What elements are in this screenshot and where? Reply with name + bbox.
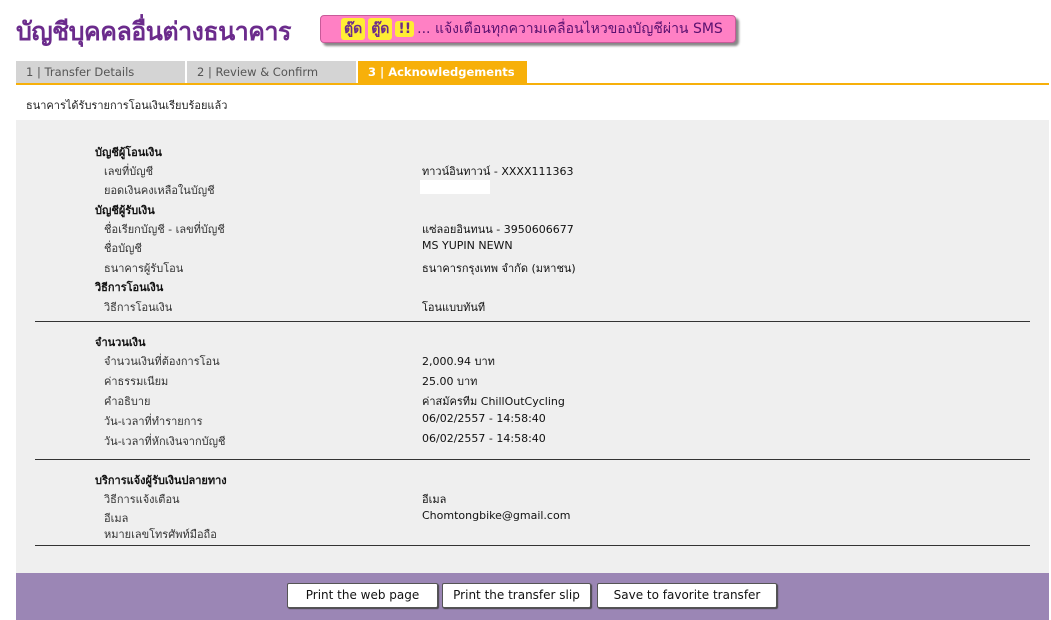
- to-nickname-label: ชื่อเรียกบัญชี - เลขที่บัญชี: [104, 223, 225, 236]
- status-message: ธนาคารได้รับรายการโอนเงินเรียบร้อยแล้ว: [26, 99, 228, 112]
- tab-transfer-details: 1 | Transfer Details: [16, 61, 186, 83]
- sms-banner-text: ... แจ้งเตือนทุกความเคลื่อนไหวของบัญชีผ่…: [417, 21, 723, 37]
- amount-value: 2,000.94 บาท: [422, 355, 495, 368]
- description-label: คำอธิบาย: [104, 395, 151, 408]
- tab-acknowledgements: 3 | Acknowledgements: [358, 61, 528, 83]
- notify-phone-label: หมายเลขโทรศัพท์มือถือ: [104, 528, 217, 541]
- from-account-number-value: ทาวน์อินทาวน์ - XXXX111363: [422, 165, 574, 178]
- txn-date-label: วัน-เวลาที่ทำรายการ: [104, 415, 203, 428]
- to-bank-label: ธนาคารผู้รับโอน: [104, 262, 184, 275]
- action-bar: Print the web page Print the transfer sl…: [16, 573, 1049, 620]
- section-amount: จำนวนเงิน: [95, 336, 146, 349]
- page-title: บัญชีบุคคลอื่นต่างธนาคาร: [16, 17, 291, 46]
- tab-underline: [16, 83, 1049, 85]
- balance-label: ยอดเงินคงเหลือในบัญชี: [104, 184, 215, 197]
- to-bank-value: ธนาคารกรุงเทพ จำกัด (มหาชน): [422, 262, 576, 275]
- section-from-account: บัญชีผู้โอนเงิน: [95, 146, 162, 159]
- details-panel: บัญชีผู้โอนเงิน เลขที่บัญชี ทาวน์อินทาวน…: [16, 120, 1049, 573]
- to-name-label: ชื่อบัญชี: [104, 242, 142, 255]
- from-account-number-label: เลขที่บัญชี: [104, 165, 154, 178]
- amount-label: จำนวนเงินที่ต้องการโอน: [104, 355, 220, 368]
- balance-value-hidden: [420, 180, 490, 194]
- notify-email-value: Chomtongbike@gmail.com: [422, 509, 571, 522]
- step-tabs: 1 | Transfer Details 2 | Review & Confir…: [16, 61, 529, 83]
- sms-tag-1: ตู๊ด: [341, 18, 366, 40]
- sms-tag-2: ตู๊ด: [368, 18, 393, 40]
- debit-date-value: 06/02/2557 - 14:58:40: [422, 432, 546, 445]
- notify-method-label: วิธีการแจ้งเตือน: [104, 493, 180, 506]
- tab-review-confirm: 2 | Review & Confirm: [187, 61, 357, 83]
- fee-value: 25.00 บาท: [422, 375, 478, 388]
- section-notify: บริการแจ้งผู้รับเงินปลายทาง: [95, 474, 227, 487]
- section-to-account: บัญชีผู้รับเงิน: [95, 204, 155, 217]
- print-transfer-slip-button[interactable]: Print the transfer slip: [442, 583, 591, 608]
- section-transfer-method: วิธีการโอนเงิน: [95, 281, 164, 294]
- print-web-page-button[interactable]: Print the web page: [287, 583, 438, 608]
- divider-2: [35, 459, 1030, 460]
- description-value: ค่าสมัครทีม ChillOutCycling: [422, 395, 565, 408]
- to-nickname-value: แซ่ลอยอินทนน - 3950606677: [422, 223, 574, 236]
- sms-bang: !!: [395, 21, 415, 37]
- transfer-method-value: โอนแบบทันที: [422, 301, 486, 314]
- save-favorite-transfer-button[interactable]: Save to favorite transfer: [597, 583, 777, 608]
- txn-date-value: 06/02/2557 - 14:58:40: [422, 412, 546, 425]
- notify-method-value: อีเมล: [422, 493, 447, 506]
- to-name-value: MS YUPIN NEWN: [422, 239, 513, 252]
- divider-3: [35, 545, 1030, 546]
- divider-1: [35, 321, 1030, 322]
- transfer-method-label: วิธีการโอนเงิน: [104, 301, 173, 314]
- debit-date-label: วัน-เวลาที่หักเงินจากบัญชี: [104, 435, 226, 448]
- sms-promo-banner[interactable]: ตู๊ด ตู๊ด !! ... แจ้งเตือนทุกความเคลื่อน…: [320, 15, 736, 43]
- fee-label: ค่าธรรมเนียม: [104, 375, 169, 388]
